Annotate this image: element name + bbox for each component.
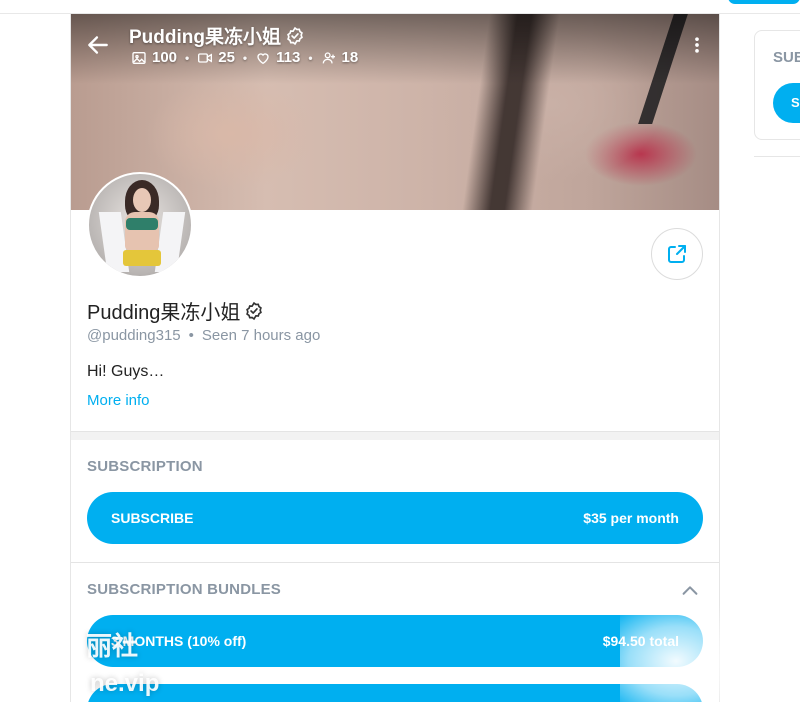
stat-likes-count: 113 xyxy=(276,49,301,66)
separator-dot: • xyxy=(185,50,190,65)
more-options-button[interactable] xyxy=(687,34,707,56)
back-button[interactable] xyxy=(85,32,111,58)
fans-icon xyxy=(322,51,335,63)
top-action-button[interactable] xyxy=(728,0,800,4)
stat-photos: 100 xyxy=(131,49,177,66)
profile-name: Pudding果冻小姐 xyxy=(87,296,264,325)
share-button[interactable] xyxy=(651,228,703,280)
right-divider xyxy=(754,156,800,157)
top-bar xyxy=(0,0,800,14)
stat-likes: 113 xyxy=(255,49,300,66)
image-icon xyxy=(132,51,146,64)
watermark-glow xyxy=(620,600,760,702)
separator-dot: • xyxy=(188,327,194,344)
share-icon xyxy=(668,245,686,263)
collapse-bundles-button[interactable] xyxy=(679,580,701,602)
profile-main: Pudding果冻小姐 100 • 25 • 113 • 18 Pudding果… xyxy=(70,14,720,702)
stat-fans-count: 18 xyxy=(341,49,359,66)
avatar-detail xyxy=(126,218,158,230)
stat-videos-count: 25 xyxy=(218,49,235,66)
right-panel-label: SUB xyxy=(773,49,800,66)
subscribe-button[interactable]: SUBSCRIBE $35 per month xyxy=(87,492,703,544)
separator-dot: • xyxy=(242,50,248,65)
stat-videos: 25 xyxy=(197,49,235,66)
avatar[interactable] xyxy=(87,172,193,278)
separator-dot: • xyxy=(308,50,313,65)
bundle-button-next[interactable] xyxy=(87,684,703,702)
heart-icon xyxy=(257,52,269,64)
bio-text: Hi! Guys… xyxy=(87,363,165,380)
bundles-label: SUBSCRIPTION BUNDLES xyxy=(87,581,282,598)
username: @pudding315 xyxy=(87,327,181,344)
subscribe-button-label: SUBSCRIBE xyxy=(111,510,194,526)
chevron-up-icon xyxy=(682,586,698,595)
stat-photos-count: 100 xyxy=(152,49,178,66)
stat-fans: 18 xyxy=(321,49,359,66)
subscribe-price: $35 per month xyxy=(583,510,679,526)
verified-icon xyxy=(287,26,303,45)
cover-stats: 100 • 25 • 113 • 18 xyxy=(131,49,358,66)
cover-name-text: Pudding果冻小姐 xyxy=(129,27,281,48)
right-subscription-panel: SUB S xyxy=(754,30,800,140)
profile-name-text: Pudding果冻小姐 xyxy=(87,302,241,324)
watermark-text: ne.vip xyxy=(90,670,160,697)
cover-title: Pudding果冻小姐 xyxy=(129,22,305,49)
last-seen: Seen 7 hours ago xyxy=(201,327,321,344)
handle-row: @pudding315 • Seen 7 hours ago xyxy=(87,327,320,344)
bundle-button[interactable]: 3 MONTHS (10% off) $94.50 total xyxy=(87,615,703,667)
back-arrow-icon xyxy=(88,36,108,54)
right-subscribe-button[interactable]: S xyxy=(773,83,800,123)
verified-icon xyxy=(246,301,263,320)
section-separator xyxy=(71,562,719,563)
more-vertical-icon xyxy=(695,37,699,53)
watermark-text: 丽社 xyxy=(86,631,139,661)
video-icon xyxy=(198,52,213,63)
avatar-detail xyxy=(123,250,161,266)
more-info-link[interactable]: More info xyxy=(87,392,150,409)
subscription-label: SUBSCRIPTION xyxy=(87,458,203,475)
section-divider xyxy=(71,431,719,440)
left-gutter xyxy=(0,14,70,702)
avatar-detail xyxy=(133,188,151,212)
